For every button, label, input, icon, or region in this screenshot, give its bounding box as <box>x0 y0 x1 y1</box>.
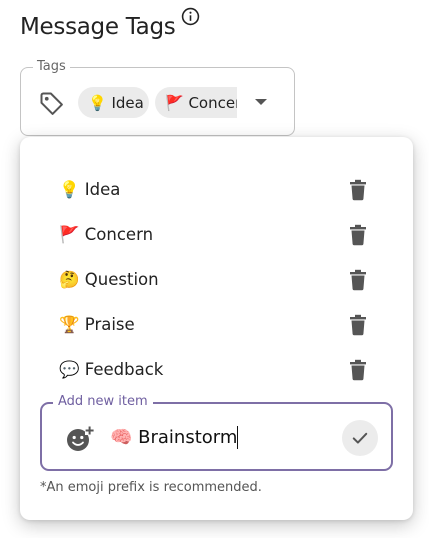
tags-select-field[interactable]: Tags 💡 Idea 🚩 Concer <box>20 59 295 136</box>
info-icon[interactable] <box>181 7 200 26</box>
chip-label: 🚩 Concer <box>165 93 237 112</box>
page-title: Message Tags <box>20 14 176 40</box>
trash-icon[interactable] <box>348 179 368 201</box>
option-feedback[interactable]: 💬 Feedback <box>20 347 413 392</box>
option-label: 💡 Idea <box>59 179 121 199</box>
option-question[interactable]: 🤔 Question <box>20 257 413 302</box>
option-concern[interactable]: 🚩 Concern <box>20 212 413 257</box>
option-label: 🏆 Praise <box>59 314 135 334</box>
trash-icon[interactable] <box>348 359 368 381</box>
trash-icon[interactable] <box>348 224 368 246</box>
tags-field-label: Tags <box>33 59 70 75</box>
add-new-item-label: Add new item <box>53 394 153 410</box>
new-item-input[interactable] <box>110 423 315 451</box>
option-label: 🤔 Question <box>59 269 159 289</box>
text-cursor <box>237 426 238 449</box>
option-praise[interactable]: 🏆 Praise <box>20 302 413 347</box>
tag-icon <box>40 92 63 115</box>
trash-icon[interactable] <box>348 269 368 291</box>
tags-dropdown-menu: 💡 Idea 🚩 Concern 🤔 Question 🏆 Praise 💬 F… <box>20 137 413 520</box>
chevron-down-icon[interactable] <box>254 97 268 107</box>
option-label: 💬 Feedback <box>59 359 164 379</box>
header: Message Tags <box>20 7 200 44</box>
option-label: 🚩 Concern <box>59 224 154 244</box>
confirm-add-button[interactable] <box>342 420 378 456</box>
trash-icon[interactable] <box>348 314 368 336</box>
check-icon <box>352 432 368 444</box>
selected-tag-chip-concern[interactable]: 🚩 Concer <box>155 87 237 118</box>
add-emoji-icon[interactable] <box>66 426 94 452</box>
selected-tag-chip-idea[interactable]: 💡 Idea <box>78 87 149 118</box>
option-idea[interactable]: 💡 Idea <box>20 167 413 212</box>
add-new-item-field: Add new item <box>40 394 393 471</box>
emoji-prefix-hint: *An emoji prefix is recommended. <box>40 480 262 495</box>
chip-label: 💡 Idea <box>88 93 144 112</box>
